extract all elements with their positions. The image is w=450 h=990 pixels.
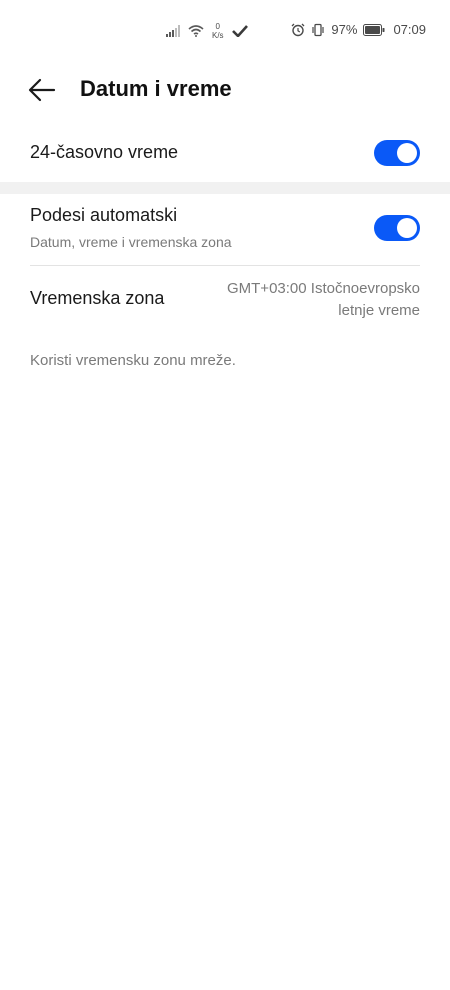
- wifi-icon: [188, 25, 204, 37]
- app-header: Datum i vreme: [0, 66, 450, 114]
- status-bar: 0 K/s 97% 07:09: [0, 0, 450, 66]
- page-title: Datum i vreme: [80, 76, 232, 101]
- battery-icon: [363, 23, 385, 36]
- network-speed-unit: K/s: [212, 31, 224, 40]
- setting-row-24-hour[interactable]: 24-časovno vreme: [0, 128, 450, 180]
- network-speed: 0 K/s: [212, 22, 224, 40]
- toggle-auto-set[interactable]: [374, 215, 420, 241]
- setting-timezone-label: Vremenska zona: [30, 288, 165, 308]
- battery-percent: 97%: [331, 22, 358, 37]
- setting-row-timezone[interactable]: Vremenska zona GMT+03:00 Istočnoevropsko…: [0, 268, 450, 330]
- toggle-24-hour[interactable]: [374, 140, 420, 166]
- status-right-group: 97% 07:09: [291, 22, 426, 37]
- toggle-knob: [397, 143, 417, 163]
- vibrate-icon: [311, 23, 325, 37]
- setting-row-auto[interactable]: Podesi automatski Datum, vreme i vremens…: [0, 196, 450, 264]
- setting-timezone-value: GMT+03:00 Istočnoevropsko letnje vreme: [190, 278, 420, 322]
- section-divider: [0, 182, 450, 194]
- status-time: 07:09: [393, 22, 426, 37]
- check-icon: [231, 25, 248, 37]
- setting-auto-label: Podesi automatski: [30, 205, 178, 225]
- arrow-left-icon: [28, 78, 56, 102]
- timezone-value-line1: GMT+03:00 Istočnoevropsko: [226, 280, 420, 297]
- timezone-value-line2: letnje vreme: [338, 302, 420, 319]
- network-speed-value: 0: [215, 22, 220, 31]
- setting-24-hour-label: 24-časovno vreme: [30, 142, 179, 162]
- row-divider: [30, 265, 420, 266]
- signal-icon: [166, 25, 180, 37]
- setting-auto-sublabel: Datum, vreme i vremenska zona: [30, 234, 232, 250]
- status-left-group: 0 K/s: [166, 22, 248, 40]
- toggle-knob: [397, 218, 417, 238]
- date-time-settings-screen: 0 K/s 97% 07:09 Datum i vreme 24-časovno…: [0, 0, 450, 990]
- back-button[interactable]: [26, 74, 58, 106]
- timezone-footnote: Koristi vremensku zonu mreže.: [30, 352, 236, 369]
- alarm-icon: [291, 23, 305, 37]
